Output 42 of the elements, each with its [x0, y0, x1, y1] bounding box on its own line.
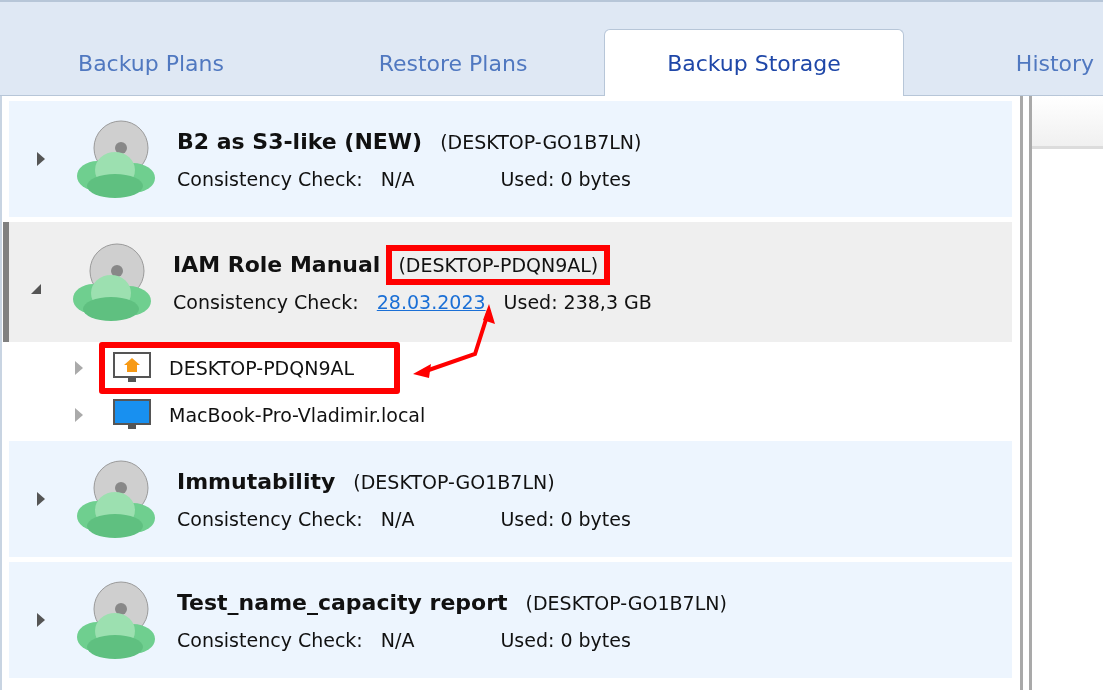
check-value: N/A — [380, 628, 415, 651]
host-name: (DESKTOP-GO1B7LN) — [439, 129, 643, 155]
check-label: Consistency Check: — [177, 507, 363, 530]
cloud-disc-icon — [75, 118, 157, 200]
caret-icon[interactable] — [31, 284, 41, 294]
splitter-handle[interactable] — [1020, 96, 1032, 690]
check-label: Consistency Check: — [177, 167, 363, 190]
monitor-icon — [113, 399, 151, 431]
storage-row[interactable]: B2 as S3-like (NEW) (DESKTOP-GO1B7LN) Consistency Check: N/A Used: 0 bytes — [9, 101, 1012, 217]
storage-name: IAM Role Manual — [173, 251, 381, 277]
check-label: Consistency Check: — [173, 290, 359, 313]
used-size: Used: 238,3 GB — [503, 290, 652, 313]
storage-row[interactable]: Test_name_capacity report (DESKTOP-GO1B7LN) Consistency Check: N/A Used: 0 bytes — [9, 562, 1012, 678]
cloud-disc-icon — [75, 579, 157, 661]
check-label: Consistency Check: — [177, 628, 363, 651]
check-value: N/A — [380, 167, 415, 190]
storage-row[interactable]: Immutability (DESKTOP-GO1B7LN) Consistency Check: N/A Used: 0 bytes — [9, 441, 1012, 557]
computer-name: DESKTOP-PDQN9AL — [169, 357, 355, 379]
used-size: Used: 0 bytes — [500, 507, 631, 530]
tab[interactable]: Restore Plans — [302, 29, 604, 96]
monitor-house-icon — [113, 352, 151, 384]
used-size: Used: 0 bytes — [500, 628, 631, 651]
cloud-disc-icon — [75, 458, 157, 540]
check-value: N/A — [380, 507, 415, 530]
computer-name: MacBook-Pro-Vladimir.local — [169, 404, 426, 426]
storage-name: Test_name_capacity report — [177, 589, 508, 615]
caret-icon[interactable] — [37, 613, 45, 627]
tab[interactable]: Backup Plans — [0, 29, 302, 96]
check-date-link[interactable]: 28.03.2023 — [376, 290, 486, 313]
storage-name: Immutability — [177, 468, 336, 494]
cloud-disc-icon — [71, 241, 153, 323]
caret-icon[interactable] — [37, 492, 45, 506]
host-name: (DESKTOP-GO1B7LN) — [524, 590, 728, 616]
storage-row[interactable]: IAM Role Manual (DESKTOP-PDQN9AL) Consistency Check: 28.03.2023 Used: 238,3 GB — [3, 222, 1012, 342]
host-name: (DESKTOP-GO1B7LN) — [352, 469, 556, 495]
tab[interactable]: History — [904, 29, 1103, 96]
host-name: (DESKTOP-PDQN9AL) — [386, 244, 611, 285]
computer-item[interactable]: DESKTOP-PDQN9AL — [99, 342, 401, 394]
storage-name: B2 as S3-like (NEW) — [177, 128, 423, 154]
used-size: Used: 0 bytes — [500, 167, 631, 190]
caret-icon[interactable] — [37, 152, 45, 166]
tab[interactable]: Backup Storage — [604, 29, 904, 96]
